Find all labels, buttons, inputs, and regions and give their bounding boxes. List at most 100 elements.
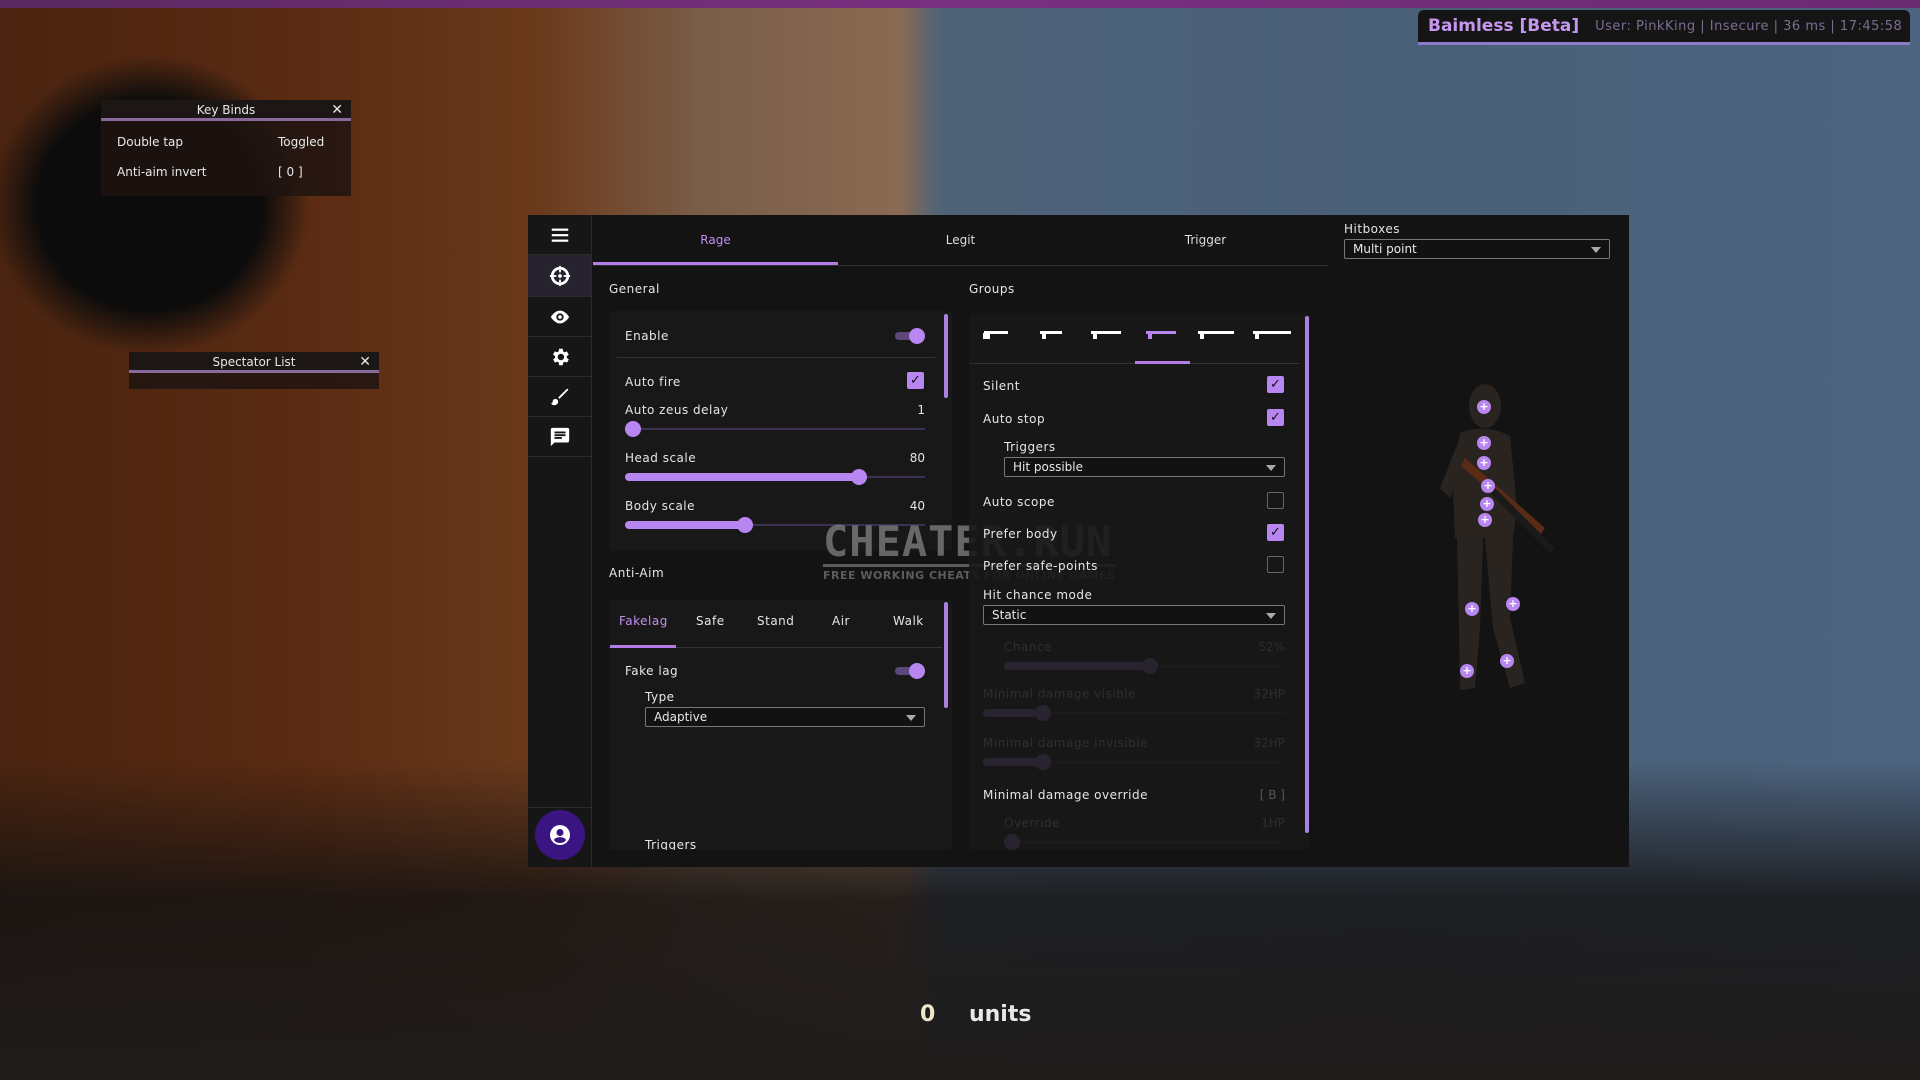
keybind-name: Anti-aim invert [117,165,207,179]
aa-tab-safe[interactable]: Safe [696,614,725,628]
hitbox-point[interactable]: + [1481,479,1495,493]
triggers-value: Hit possible [1013,460,1084,474]
groups-scrollbar[interactable] [1305,316,1309,833]
min-damage-override-label: Minimal damage override [983,788,1148,802]
tab-legit[interactable]: Legit [838,215,1083,265]
gear-icon [552,348,569,365]
chevron-down-icon [1591,247,1601,253]
hitbox-point[interactable]: + [1480,497,1494,511]
divider [528,807,591,808]
hitbox-point[interactable]: + [1477,456,1491,470]
hitbox-point[interactable]: + [1478,513,1492,527]
sidebar-item-visuals[interactable] [528,297,591,337]
close-icon[interactable]: ✕ [359,352,371,372]
slider-thumb[interactable] [625,421,641,437]
general-panel [609,311,952,551]
hitbox-point[interactable]: + [1477,436,1491,450]
auto-zeus-delay-value: 1 [917,403,925,417]
chevron-down-icon [1266,465,1276,471]
hitboxes-label: Hitboxes [1344,222,1401,236]
slider-fill [625,473,859,481]
spectator-list-window[interactable]: Spectator List ✕ [129,352,379,389]
head-scale-slider[interactable] [625,469,925,485]
hitbox-point[interactable]: + [1506,597,1520,611]
silent-label: Silent [983,379,1020,393]
aa-tab-walk[interactable]: Walk [893,614,924,628]
type-value: Adaptive [654,710,708,724]
type-label: Type [645,690,675,704]
rifle-icon[interactable] [1086,326,1126,342]
aa-tab-fakelag[interactable]: Fakelag [619,614,668,628]
pistols-icon[interactable] [976,326,1016,342]
hitboxes-value: Multi point [1353,242,1417,256]
anti-aim-scrollbar[interactable] [944,602,948,708]
enable-label: Enable [625,329,669,343]
crosshair-icon [549,265,570,286]
type-dropdown[interactable]: Adaptive [645,707,925,727]
aa-triggers-label: Triggers [645,838,697,850]
scout-icon[interactable] [1196,326,1236,342]
auto-zeus-delay-label: Auto zeus delay [625,403,729,417]
sidebar [528,215,592,867]
main-tabs: Rage Legit Trigger [593,215,1328,266]
hit-chance-mode-dropdown[interactable]: Static [983,605,1285,625]
keybinds-title: Key Binds [196,103,256,117]
eye-icon [550,310,569,323]
speed-indicator: 0 units [920,1002,1031,1027]
silent-checkbox[interactable]: ✓ [1267,376,1284,393]
tab-trigger[interactable]: Trigger [1083,215,1328,265]
override-keybind[interactable]: [ B ] [1205,788,1285,802]
speed-value: 0 [920,1002,936,1027]
prefer-safe-points-label: Prefer safe-points [983,559,1098,573]
hitbox-point[interactable]: + [1500,654,1514,668]
keybind-state: [ 0 ] [278,165,303,179]
prefer-safe-points-checkbox[interactable] [1267,556,1284,573]
slider-fill [625,521,745,529]
sidebar-item-skins[interactable] [528,377,591,417]
profile-button[interactable] [535,810,585,860]
fake-lag-label: Fake lag [625,664,679,678]
sidebar-item-rage[interactable] [528,255,591,297]
aa-tab-air[interactable]: Air [832,614,850,628]
fake-lag-toggle[interactable] [895,663,925,679]
triggers-dropdown[interactable]: Hit possible [1004,457,1285,477]
awp-icon[interactable] [1252,326,1292,342]
auto-sniper-icon[interactable] [1141,326,1181,342]
groups-panel [969,313,1309,850]
hit-chance-mode-value: Static [992,608,1027,622]
hitbox-point[interactable]: + [1460,664,1474,678]
spectator-title: Spectator List [212,355,296,369]
auto-fire-checkbox[interactable]: ✓ [907,372,924,389]
menu-icon[interactable] [528,215,591,255]
speed-unit: units [968,1002,1032,1027]
aa-tab-stand[interactable]: Stand [757,614,794,628]
general-scrollbar[interactable] [944,314,948,398]
prefer-body-checkbox[interactable]: ✓ [1267,524,1284,541]
sidebar-item-chat[interactable] [528,417,591,457]
section-title-anti-aim: Anti-Aim [609,566,665,580]
slider-thumb[interactable] [737,517,753,533]
close-icon[interactable]: ✕ [331,100,343,120]
keybinds-window[interactable]: Key Binds ✕ Double tap Toggled Anti-aim i… [101,100,351,196]
chevron-down-icon [1266,613,1276,619]
prefer-body-label: Prefer body [983,527,1058,541]
hitbox-point[interactable]: + [1465,602,1479,616]
sidebar-item-misc[interactable] [528,337,591,377]
hit-chance-mode-label: Hit chance mode [983,588,1093,602]
auto-zeus-delay-slider[interactable] [625,421,925,437]
auto-stop-label: Auto stop [983,412,1046,426]
body-scale-label: Body scale [625,499,696,513]
hitbox-point[interactable]: + [1477,400,1491,414]
auto-stop-checkbox[interactable]: ✓ [1267,409,1284,426]
brush-icon [550,388,568,405]
divider [617,357,935,358]
slider-thumb[interactable] [851,469,867,485]
hitboxes-dropdown[interactable]: Multi point [1344,239,1610,259]
watermark-header: Baimless [Beta] User: PinkKing | Insecur… [1418,10,1910,45]
revolver-icon[interactable] [1031,326,1071,342]
enable-toggle[interactable] [895,328,925,344]
head-scale-label: Head scale [625,451,697,465]
tab-rage[interactable]: Rage [593,215,838,265]
auto-scope-checkbox[interactable] [1267,492,1284,509]
user-icon [550,825,570,845]
